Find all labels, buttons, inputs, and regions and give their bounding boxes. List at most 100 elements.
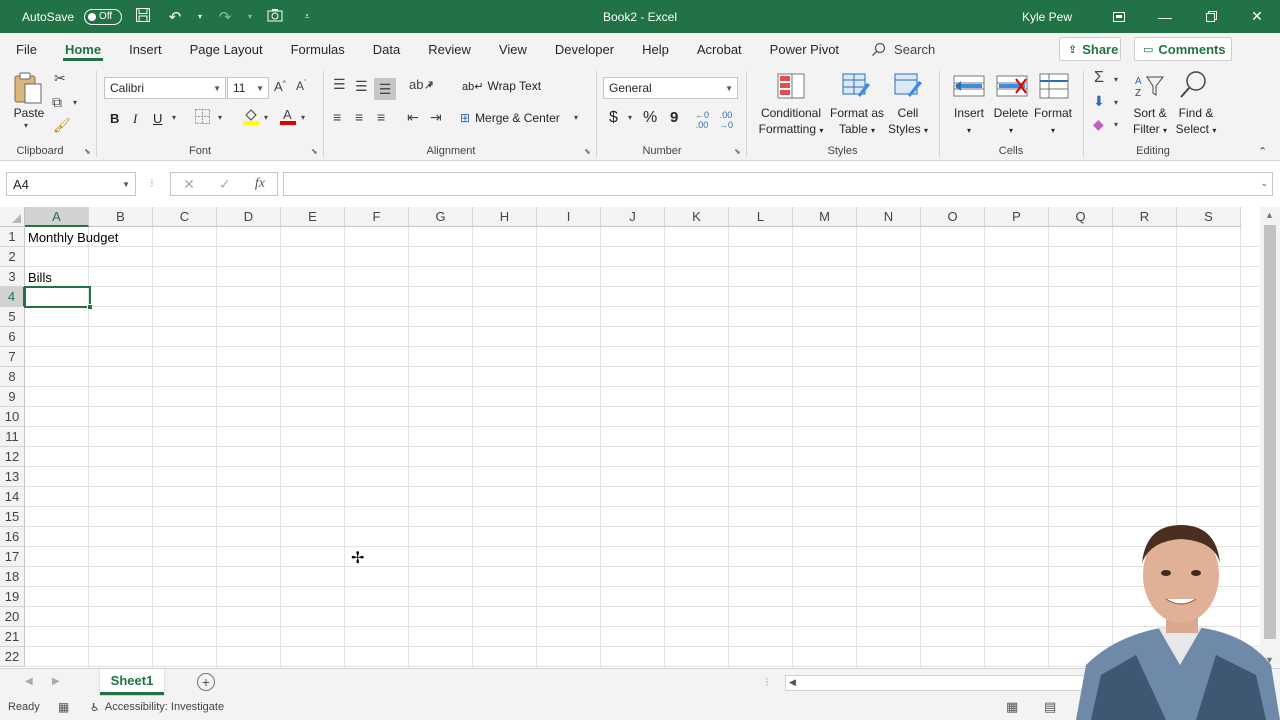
scroll-up-icon[interactable]: ▲ — [1265, 210, 1274, 220]
tab-insert[interactable]: Insert — [115, 33, 176, 65]
cell-a1[interactable]: Monthly Budget — [28, 227, 118, 247]
font-color-icon[interactable]: A — [279, 107, 297, 128]
select-all-button[interactable] — [0, 207, 25, 227]
paste-label[interactable]: Paste — [12, 105, 46, 121]
insert-cells-label[interactable]: Insert ▾ — [948, 105, 990, 139]
format-as-table-icon[interactable] — [842, 73, 872, 102]
clipboard-launcher-icon[interactable]: ⬊ — [84, 147, 91, 156]
column-header-q[interactable]: Q — [1049, 207, 1113, 227]
italic-button[interactable]: I — [133, 111, 137, 127]
paste-dropdown-icon[interactable]: ▾ — [24, 121, 28, 130]
column-header-j[interactable]: J — [601, 207, 665, 227]
borders-icon[interactable] — [195, 109, 210, 127]
clear-icon[interactable]: ◆ — [1093, 116, 1104, 133]
column-header-f[interactable]: F — [345, 207, 409, 227]
row-header-16[interactable]: 16 — [0, 527, 25, 547]
column-header-s[interactable]: S — [1177, 207, 1241, 227]
fill-icon[interactable]: ⬇ — [1093, 93, 1105, 110]
align-bottom-icon[interactable]: ☰ — [374, 78, 396, 100]
camera-icon[interactable] — [264, 8, 286, 26]
tab-formulas[interactable]: Formulas — [277, 33, 359, 65]
ribbon-display-icon[interactable] — [1096, 0, 1142, 33]
row-header-9[interactable]: 9 — [0, 387, 25, 407]
align-top-icon[interactable]: ☰ — [333, 76, 346, 93]
tab-review[interactable]: Review — [414, 33, 485, 65]
tab-acrobat[interactable]: Acrobat — [683, 33, 756, 65]
row-header-20[interactable]: 20 — [0, 607, 25, 627]
enter-icon[interactable]: ✓ — [219, 176, 231, 193]
column-header-a[interactable]: A — [25, 207, 89, 227]
tab-view[interactable]: View — [485, 33, 541, 65]
align-center-icon[interactable]: ≡ — [355, 109, 363, 125]
row-header-13[interactable]: 13 — [0, 467, 25, 487]
align-left-icon[interactable]: ≡ — [333, 109, 341, 125]
delete-cells-icon[interactable] — [996, 73, 1028, 102]
add-sheet-icon[interactable]: + — [197, 673, 215, 691]
conditional-formatting-icon[interactable] — [777, 73, 805, 102]
active-cell-a4[interactable] — [24, 286, 91, 308]
row-header-17[interactable]: 17 — [0, 547, 25, 567]
column-header-g[interactable]: G — [409, 207, 473, 227]
decrease-decimal-icon[interactable]: .00 →0 — [719, 110, 733, 130]
currency-dropdown-icon[interactable]: ▾ — [628, 113, 632, 122]
column-header-i[interactable]: I — [537, 207, 601, 227]
fill-color-dropdown-icon[interactable]: ▾ — [264, 113, 268, 122]
search-box[interactable]: Search — [853, 42, 935, 57]
row-header-12[interactable]: 12 — [0, 447, 25, 467]
cell-styles-label[interactable]: Cell Styles ▾ — [884, 105, 932, 139]
row-header-15[interactable]: 15 — [0, 507, 25, 527]
autosum-icon[interactable]: Σ — [1094, 69, 1104, 87]
autosave-toggle[interactable]: Off — [84, 8, 123, 25]
column-header-b[interactable]: B — [89, 207, 153, 227]
row-header-22[interactable]: 22 — [0, 647, 25, 667]
prev-sheet-icon[interactable]: ◀ — [25, 676, 33, 687]
column-header-k[interactable]: K — [665, 207, 729, 227]
cell-a3[interactable]: Bills — [28, 267, 52, 287]
next-sheet-icon[interactable]: ▶ — [52, 676, 60, 687]
row-header-1[interactable]: 1 — [0, 227, 25, 247]
column-header-r[interactable]: R — [1113, 207, 1177, 227]
find-select-label[interactable]: Find & Select ▾ — [1172, 105, 1220, 139]
font-name-select[interactable]: Calibri ▼ — [104, 77, 226, 99]
format-painter-icon[interactable]: 🖌 — [53, 117, 71, 134]
redo-icon[interactable]: ↷ — [214, 8, 236, 26]
undo-icon[interactable]: ↶ — [164, 8, 186, 26]
conditional-formatting-label[interactable]: Conditional Formatting ▾ — [756, 105, 826, 139]
macro-record-icon[interactable]: ▦ — [58, 700, 69, 714]
row-header-21[interactable]: 21 — [0, 627, 25, 647]
copy-icon[interactable]: ⧉ — [52, 94, 62, 111]
page-layout-view-icon[interactable]: ▤ — [1044, 699, 1056, 715]
resize-handle-icon[interactable]: ⁝ — [150, 176, 154, 190]
minimize-icon[interactable]: — — [1142, 0, 1188, 33]
increase-indent-icon[interactable]: ⇥ — [430, 109, 442, 126]
worksheet-grid[interactable]: A B C D E F G H I J K L M N O P Q R S 1 2 3 4 5 6 7 8 9 10 11 12 13 14 15… — [0, 207, 1260, 668]
restore-icon[interactable] — [1188, 0, 1234, 33]
tab-developer[interactable]: Developer — [541, 33, 628, 65]
row-header-3[interactable]: 3 — [0, 267, 25, 287]
sheet-tab-sheet1[interactable]: Sheet1 — [100, 669, 164, 695]
column-header-h[interactable]: H — [473, 207, 537, 227]
find-select-icon[interactable] — [1178, 70, 1208, 103]
tab-power-pivot[interactable]: Power Pivot — [756, 33, 853, 65]
share-button[interactable]: ⇪ Share — [1059, 37, 1121, 61]
underline-dropdown-icon[interactable]: ▾ — [172, 113, 176, 122]
currency-button[interactable]: $ — [609, 109, 618, 127]
increase-font-icon[interactable]: A^ — [274, 79, 286, 94]
row-header-18[interactable]: 18 — [0, 567, 25, 587]
merge-dropdown-icon[interactable]: ▾ — [574, 113, 578, 122]
tab-data[interactable]: Data — [359, 33, 414, 65]
merge-center-button[interactable]: ⊞ Merge & Center — [460, 111, 560, 125]
comma-button[interactable]: 9 — [670, 109, 678, 126]
tab-page-layout[interactable]: Page Layout — [176, 33, 277, 65]
font-size-select[interactable]: 11 ▼ — [227, 77, 269, 99]
font-launcher-icon[interactable]: ⬊ — [311, 147, 318, 156]
increase-decimal-icon[interactable]: ←0.00 — [695, 110, 709, 130]
copy-dropdown-icon[interactable]: ▾ — [73, 98, 77, 107]
normal-view-icon[interactable]: ▦ — [1006, 699, 1018, 715]
underline-button[interactable]: U — [153, 111, 162, 126]
column-header-n[interactable]: N — [857, 207, 921, 227]
insert-function-icon[interactable]: fx — [255, 176, 265, 192]
row-header-4[interactable]: 4 — [0, 287, 25, 307]
row-header-7[interactable]: 7 — [0, 347, 25, 367]
fill-color-icon[interactable] — [242, 107, 260, 128]
